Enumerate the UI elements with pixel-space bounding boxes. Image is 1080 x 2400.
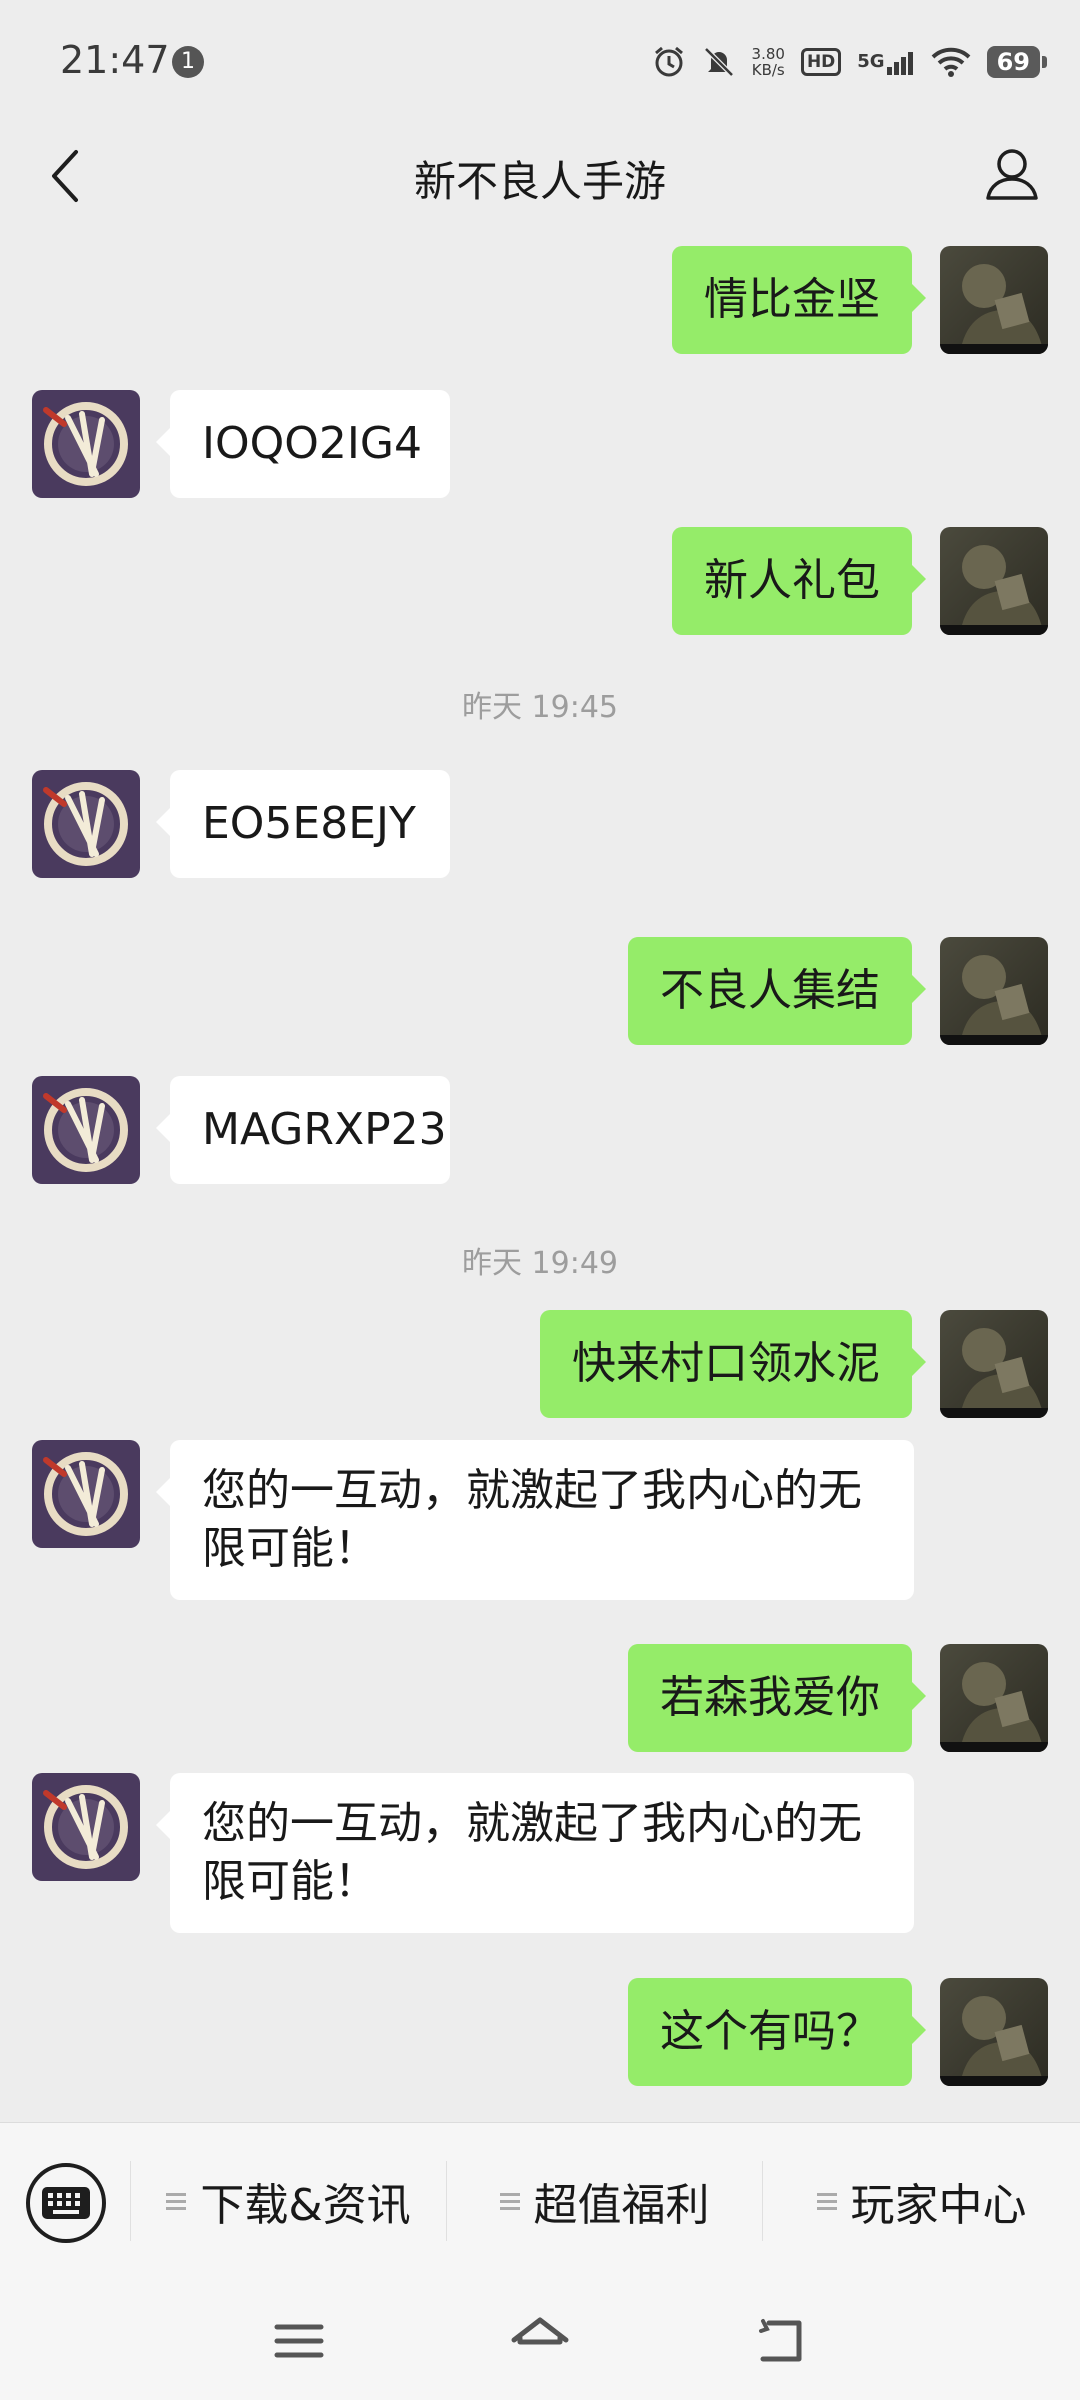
mute-bell-icon <box>702 45 736 79</box>
timestamp: 昨天 19:45 <box>462 690 618 725</box>
speed-unit: KB/s <box>751 61 785 79</box>
notification-badge: 1 <box>172 46 204 78</box>
hd-badge: HD <box>800 48 842 76</box>
battery-icon: 69 <box>986 46 1048 78</box>
menu-player-center[interactable]: 玩家中心 <box>763 2123 1080 2279</box>
chat-header: 新不良人手游 <box>0 120 1080 230</box>
keyboard-icon <box>42 2187 90 2219</box>
my-avatar[interactable] <box>940 527 1048 635</box>
my-avatar[interactable] <box>940 1644 1048 1752</box>
account-avatar[interactable] <box>32 390 140 498</box>
status-time: 21:47 <box>60 38 170 82</box>
system-back-button[interactable] <box>746 2306 816 2376</box>
my-avatar[interactable] <box>940 937 1048 1045</box>
message-bubble[interactable]: 您的一互动，就激起了我内心的无限可能！ <box>156 1773 914 1933</box>
menu-item-label: 超值福利 <box>533 2180 710 2231</box>
message-bubble[interactable]: 情比金坚 <box>672 246 926 354</box>
menu-icon <box>274 2324 324 2358</box>
message-bubble[interactable]: 快来村口领水泥 <box>540 1310 926 1418</box>
message-bubble[interactable]: 若森我爱你 <box>628 1644 926 1752</box>
message-bubble[interactable]: IOQO2IG4 <box>156 390 450 498</box>
official-account-menu: 下载&资讯 超值福利 玩家中心 <box>0 2122 1080 2279</box>
message-bubble[interactable]: 您的一互动，就激起了我内心的无限可能！ <box>156 1440 914 1600</box>
message-bubble[interactable]: 这个有吗？ <box>628 1978 926 2086</box>
network-type: 5G <box>857 51 885 72</box>
menu-item-label: 玩家中心 <box>850 2180 1027 2231</box>
system-nav-bar <box>0 2278 1080 2400</box>
status-bar: 21:47 1 3.80 KB/s HD 5G 69 <box>0 0 1080 120</box>
back-icon <box>759 2319 802 2362</box>
keyboard-toggle-button[interactable] <box>26 2163 106 2243</box>
message-bubble[interactable]: 新人礼包 <box>672 527 926 635</box>
person-icon <box>986 149 1038 200</box>
menu-list-icon <box>499 2189 520 2214</box>
home-button[interactable] <box>505 2306 575 2376</box>
menu-list-icon <box>816 2189 837 2214</box>
message-bubble[interactable]: MAGRXP23 <box>156 1076 450 1184</box>
account-avatar[interactable] <box>32 1440 140 1548</box>
message-bubble[interactable]: EO5E8EJY <box>156 770 450 878</box>
my-avatar[interactable] <box>940 246 1048 354</box>
account-avatar[interactable] <box>32 1076 140 1184</box>
wifi-icon <box>931 46 971 78</box>
account-avatar[interactable] <box>32 770 140 878</box>
account-avatar[interactable] <box>32 1773 140 1881</box>
timestamp: 昨天 19:49 <box>462 1246 618 1281</box>
network-speed: 3.80 KB/s <box>752 46 785 78</box>
menu-value-benefits[interactable]: 超值福利 <box>447 2123 762 2279</box>
menu-item-label: 下载&资讯 <box>200 2180 411 2231</box>
my-avatar[interactable] <box>940 1310 1048 1418</box>
message-bubble[interactable]: 不良人集结 <box>628 937 926 1045</box>
my-avatar[interactable] <box>940 1978 1048 2086</box>
alarm-icon <box>652 45 686 79</box>
message-list[interactable]: 情比金坚 IOQO2IG4 新人礼包昨天 19:45 EO5E8EJY 不良人集结 MAG… <box>0 230 1080 2120</box>
menu-list-icon <box>166 2189 187 2214</box>
chat-title: 新不良人手游 <box>413 157 666 206</box>
profile-button[interactable] <box>972 134 1052 214</box>
signal-icon: 5G <box>857 47 914 77</box>
menu-download-news[interactable]: 下载&资讯 <box>131 2123 446 2279</box>
home-icon <box>511 2317 569 2345</box>
recent-apps-button[interactable] <box>264 2306 334 2376</box>
